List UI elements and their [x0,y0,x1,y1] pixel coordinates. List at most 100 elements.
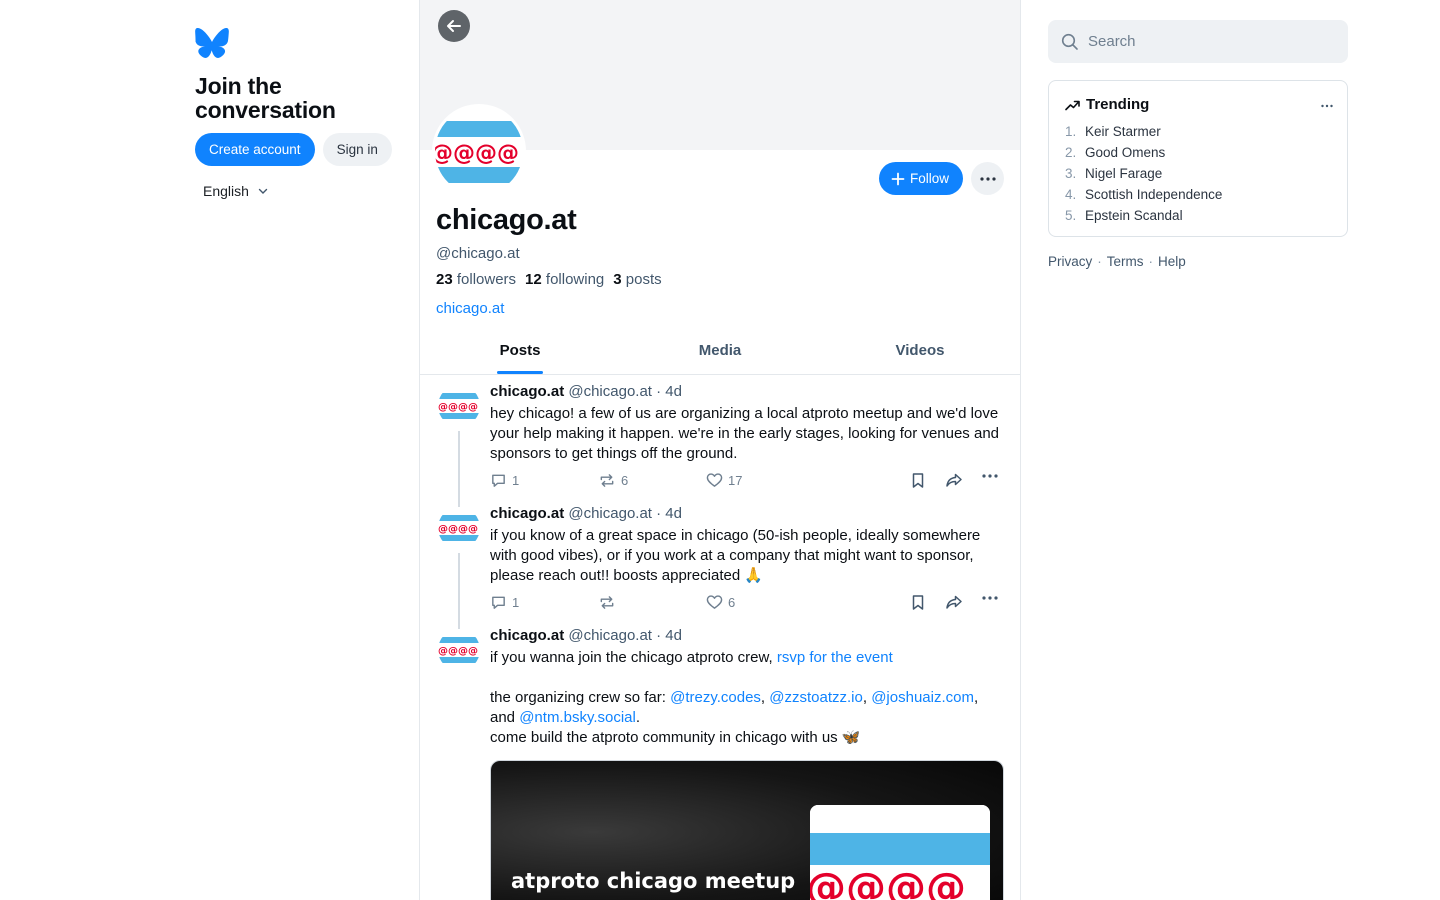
post-actions: 1 6 17 [490,472,1006,492]
ellipsis-icon [982,596,998,600]
repost-icon [600,596,614,609]
repost-button[interactable]: 6 [598,472,628,489]
follow-button[interactable]: Follow [878,162,963,195]
post-author-handle[interactable]: @chicago.at [568,505,652,522]
chevron-down-icon [258,188,268,194]
help-link[interactable]: Help [1158,254,1186,269]
bookmark-icon [912,595,924,610]
post-author-handle[interactable]: @chicago.at [568,627,652,644]
post-author-handle[interactable]: @chicago.at [568,383,652,400]
profile-website-link[interactable]: chicago.at [436,300,504,317]
mention-link[interactable]: @trezy.codes [670,689,761,706]
post-author-name[interactable]: chicago.at [490,383,564,400]
privacy-link[interactable]: Privacy [1048,254,1092,269]
post-avatar[interactable]: @@@@ [438,385,480,427]
like-button[interactable]: 17 [706,472,742,488]
terms-link[interactable]: Terms [1107,254,1144,269]
tab-posts[interactable]: Posts [420,330,620,374]
post-text: if you know of a great space in chicago … [490,527,981,584]
post-more-button[interactable] [982,596,998,600]
arrow-left-icon [447,20,461,32]
tab-media[interactable]: Media [620,330,820,374]
like-count: 6 [728,594,736,610]
thread-line [458,498,460,507]
heart-icon [706,595,723,609]
share-icon [946,595,962,609]
right-sidebar: Trending 1.Keir Starmer 2.Good Omens 3.N… [1048,20,1348,269]
sign-in-button[interactable]: Sign in [322,133,392,166]
tab-videos[interactable]: Videos [820,330,1020,374]
followers-stat[interactable]: 23 followers [436,271,516,288]
svg-text:@@@@: @@@@ [810,865,966,900]
mention-link[interactable]: @zzstoatzz.io [769,689,863,706]
bookmark-icon [912,473,924,488]
share-button[interactable] [945,594,963,611]
profile-stats: 23 followers 12 following 3 posts [436,271,662,288]
profile-more-button[interactable] [971,162,1004,195]
share-icon [946,473,962,487]
ellipsis-icon [982,474,998,478]
post-item[interactable]: @@@@ chicago.at @chicago.at · 4d if you … [420,620,1020,900]
bookmark-button[interactable] [910,594,926,611]
embed-title: atproto chicago meetup [511,869,796,893]
mention-link[interactable]: @joshuaiz.com [871,689,974,706]
chicago-flag-graphic: @@@@ [810,805,990,900]
repost-button[interactable] [598,594,621,611]
repost-icon [600,474,614,487]
reply-button[interactable]: 1 [490,472,519,489]
trending-more-button[interactable] [1321,95,1333,113]
post-header: chicago.at @chicago.at · 4d [490,504,1006,524]
language-selector[interactable]: English [203,183,415,199]
chicago-flag-avatar: @@@@ [438,629,480,671]
share-button[interactable] [945,472,963,489]
ellipsis-icon [1321,104,1333,108]
reply-count: 1 [512,473,520,488]
post-author-name[interactable]: chicago.at [490,505,564,522]
post-time[interactable]: · 4d [656,627,682,644]
post-avatar[interactable]: @@@@ [438,507,480,549]
search-input[interactable] [1088,33,1328,50]
trending-item[interactable]: 3. Nigel Farage [1065,163,1331,184]
trending-item[interactable]: 5. Epstein Scandal [1065,205,1331,226]
bluesky-butterfly-logo[interactable] [195,28,229,58]
profile-avatar[interactable]: @@@@ [432,104,526,198]
left-sidebar: Join the conversation Create account Sig… [195,28,415,199]
link-embed-card[interactable]: atproto chicago meetup @@@@ [490,760,1004,900]
trending-title: Trending [1086,96,1150,113]
trending-item[interactable]: 4. Scottish Independence [1065,184,1331,205]
thread-line [458,553,460,620]
trending-item[interactable]: 1. Keir Starmer [1065,121,1331,142]
thread-line [458,431,460,498]
reply-button[interactable]: 1 [490,594,519,611]
auth-buttons: Create account Sign in [195,133,415,166]
post-time[interactable]: · 4d [656,383,682,400]
svg-text:@@@@: @@@@ [438,402,478,413]
like-button[interactable]: 6 [706,594,735,610]
search-box[interactable] [1048,20,1348,63]
mention-link[interactable]: @ntm.bsky.social [519,709,636,726]
post-actions: 1 6 [490,594,1006,614]
follow-label: Follow [909,171,949,186]
post-author-name[interactable]: chicago.at [490,627,564,644]
rsvp-link[interactable]: rsvp for the event [777,649,893,666]
post-text: if you wanna join the chicago atproto cr… [490,649,979,746]
create-account-button[interactable]: Create account [195,133,315,166]
trending-up-icon [1065,100,1080,110]
trending-item[interactable]: 2. Good Omens [1065,142,1331,163]
post-more-button[interactable] [982,474,998,478]
chicago-flag-avatar: @@@@ [438,385,480,427]
profile-main-column: @@@@ Follow chicago.at @chicago.at 23 fo… [419,0,1021,900]
bookmark-button[interactable] [910,472,926,489]
heart-icon [706,473,723,487]
post-item[interactable]: @@@@ chicago.at @chicago.at · 4d hey chi… [420,376,1020,498]
like-count: 17 [728,472,743,488]
following-stat[interactable]: 12 following [525,271,604,288]
search-icon [1061,33,1078,50]
chicago-flag-avatar: @@@@ [438,507,480,549]
back-button[interactable] [438,10,470,42]
reply-count: 1 [512,595,520,610]
footer-links: Privacy · Terms · Help [1048,254,1186,269]
post-avatar[interactable]: @@@@ [438,629,480,671]
post-time[interactable]: · 4d [656,505,682,522]
post-item[interactable]: @@@@ chicago.at @chicago.at · 4d if you … [420,498,1020,620]
